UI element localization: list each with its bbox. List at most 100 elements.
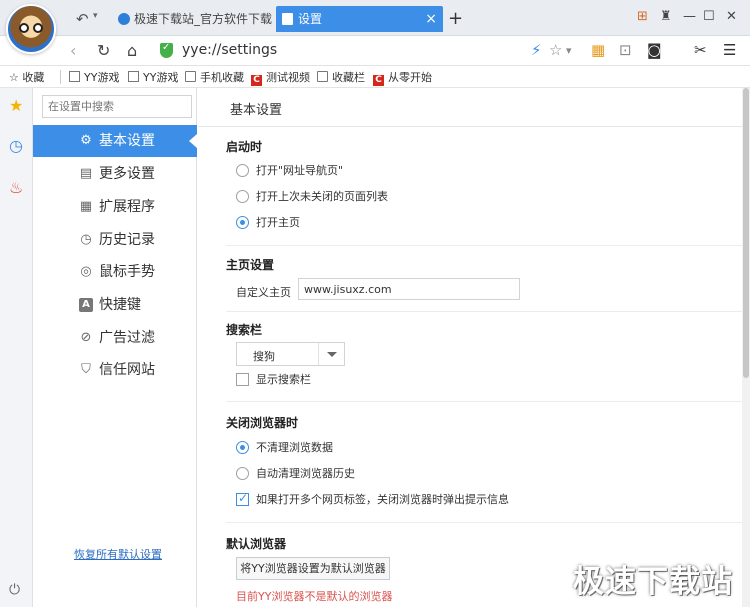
checkbox-checked[interactable] [236,491,249,506]
chevron-down-icon[interactable] [318,343,344,365]
sidebar-item-label: 快捷键 [99,297,141,313]
menu-icon[interactable]: ☰ [723,41,736,59]
divider [198,126,742,127]
show-searchbar-option[interactable]: 显示搜索栏 [236,373,311,386]
address-bar: ‹ ↻ ⌂ yye://settings ⚡ ☆ ▾ ▦ ⊡ ◙ ✂ ☰ [0,36,750,66]
lightning-icon[interactable]: ⚡ [531,41,542,59]
back-icon[interactable]: ‹ [70,41,76,60]
set-default-browser-button[interactable]: 将YY浏览器设置为默认浏览器 [236,557,390,580]
grid-icon: ▦ [79,199,93,214]
bookmark-item[interactable]: C 从零开始 [373,69,432,86]
close-option-keep[interactable]: 不清理浏览数据 [236,441,333,454]
close-window-icon[interactable]: ✕ [726,9,737,24]
startup-option-restore[interactable]: 打开上次未关闭的页面列表 [236,190,388,203]
sidebar-item-trusted[interactable]: ⛉ 信任网站 [33,354,197,386]
browser-logo[interactable] [6,4,56,54]
sidebar-item-label: 历史记录 [99,232,155,248]
sidebar-item-basic[interactable]: ⚙ 基本设置 [33,125,197,157]
exit-icon[interactable]: ⏻ [9,582,20,598]
sidebar-item-gestures[interactable]: ◎ 鼠标手势 [33,256,197,288]
settings-sidebar: ⚙ 基本设置 ▤ 更多设置 ▦ 扩展程序 ◷ 历史记录 ◎ 鼠标手势 A 快捷键… [33,88,197,607]
scrollbar[interactable] [742,88,750,607]
globe-icon [118,13,130,25]
section-title-close: 关闭浏览器时 [226,416,299,430]
radio-button[interactable] [236,467,249,480]
block-icon: ⊘ [80,330,92,345]
tab-title: 设置 [298,12,323,26]
hot-fire-icon[interactable]: ♨ [9,178,23,197]
settings-search-input[interactable] [42,95,192,118]
scissors-icon[interactable]: ✂ [694,41,707,59]
chevron-down-icon[interactable]: ▾ [566,44,572,57]
sidebar-item-adblock[interactable]: ⊘ 广告过滤 [33,322,197,354]
startup-option-homepage[interactable]: 打开主页 [236,216,300,229]
bookmark-item[interactable]: YY游戏 [69,69,119,85]
tab-settings[interactable]: 设置 × [276,6,443,32]
radio-button-selected[interactable] [236,216,249,229]
apps-icon[interactable]: ▦ [591,41,605,59]
tab-jisuxz[interactable]: 极速下载站_官方软件下载_I [112,6,272,32]
radio-button-selected[interactable] [236,441,249,454]
sidebar-item-extensions[interactable]: ▦ 扩展程序 [33,191,197,223]
folder-icon [185,71,196,82]
close-option-clear[interactable]: 自动清理浏览器历史 [236,467,355,480]
settings-content: 基本设置 启动时 打开"网址导航页" 打开上次未关闭的页面列表 打开主页 主页设… [198,88,742,607]
title-bar: ↶ ▾ 极速下载站_官方软件下载_I 设置 × + ⊞ ♜ — ☐ ✕ [0,0,750,36]
close-icon[interactable]: × [425,6,437,32]
close-warning-option[interactable]: 如果打开多个网页标签，关闭浏览器时弹出提示信息 [236,491,509,506]
history-clock-icon[interactable]: ◷ [9,136,23,155]
page-title: 基本设置 [230,103,283,118]
minimize-icon[interactable]: — [683,9,696,24]
radio-button[interactable] [236,164,249,177]
bookmark-folder[interactable]: 手机收藏 [185,69,244,85]
sidebar-item-more[interactable]: ▤ 更多设置 [33,158,197,190]
home-icon[interactable]: ⌂ [127,41,137,60]
maximize-icon[interactable]: ☐ [703,9,715,24]
shield-icon: ⛉ [81,362,91,377]
a-key-icon: A [79,298,93,312]
radio-button[interactable] [236,190,249,203]
startup-option-nav[interactable]: 打开"网址导航页" [236,164,343,177]
game-icon[interactable]: ⊡ [619,41,632,59]
shirt-icon[interactable]: ♜ [660,9,672,24]
clock-icon: ◷ [80,232,92,247]
bookmark-item[interactable]: C 测试视频 [251,69,310,86]
side-toolbar: ★ ◷ ♨ ⏻ [0,88,33,607]
new-tab-icon[interactable]: + [448,8,463,29]
star-icon: ☆ [9,71,23,84]
c-logo-icon: C [373,75,384,86]
refresh-icon[interactable]: ↻ [97,41,110,60]
divider [226,245,742,246]
gift-icon[interactable]: ⊞ [637,9,648,24]
chevron-down-icon[interactable]: ▾ [93,11,98,21]
page-icon [128,71,139,82]
scrollbar-thumb[interactable] [743,88,749,378]
divider [60,70,61,84]
sidebar-item-shortcuts[interactable]: A 快捷键 [33,289,197,321]
undo-icon[interactable]: ↶ [76,10,89,28]
homepage-input[interactable] [298,278,520,300]
divider [226,401,742,402]
checkbox[interactable] [236,373,249,386]
sidebar-item-history[interactable]: ◷ 历史记录 [33,224,197,256]
gesture-icon: ◎ [80,264,92,279]
restore-defaults-link[interactable]: 恢复所有默认设置 [74,546,162,562]
bookmark-favorites[interactable]: ☆ 收藏 [9,69,44,85]
bookmark-folder[interactable]: 收藏栏 [317,69,365,85]
mascot-icon[interactable]: ◙ [647,41,662,59]
homepage-label: 自定义主页 [236,286,291,299]
sidebar-item-label: 扩展程序 [99,199,155,215]
watermark-text: 极速下载站 [573,564,733,600]
star-icon[interactable]: ☆ [549,41,562,59]
sidebar-item-label: 信任网站 [99,362,155,378]
c-logo-icon: C [251,75,262,86]
favorites-star-icon[interactable]: ★ [9,96,23,115]
url-field[interactable]: yye://settings [182,42,277,58]
search-engine-select[interactable]: 搜狗 [236,342,345,366]
security-shield-icon[interactable] [160,42,173,58]
tab-title: 极速下载站_官方软件下载_I [134,12,272,26]
section-title-startup: 启动时 [226,140,263,154]
divider [226,311,742,312]
bookmarks-bar: ☆ 收藏 YY游戏 YY游戏 手机收藏 C 测试视频 收藏栏 C 从零开始 [0,66,750,88]
bookmark-item[interactable]: YY游戏 [128,69,178,85]
